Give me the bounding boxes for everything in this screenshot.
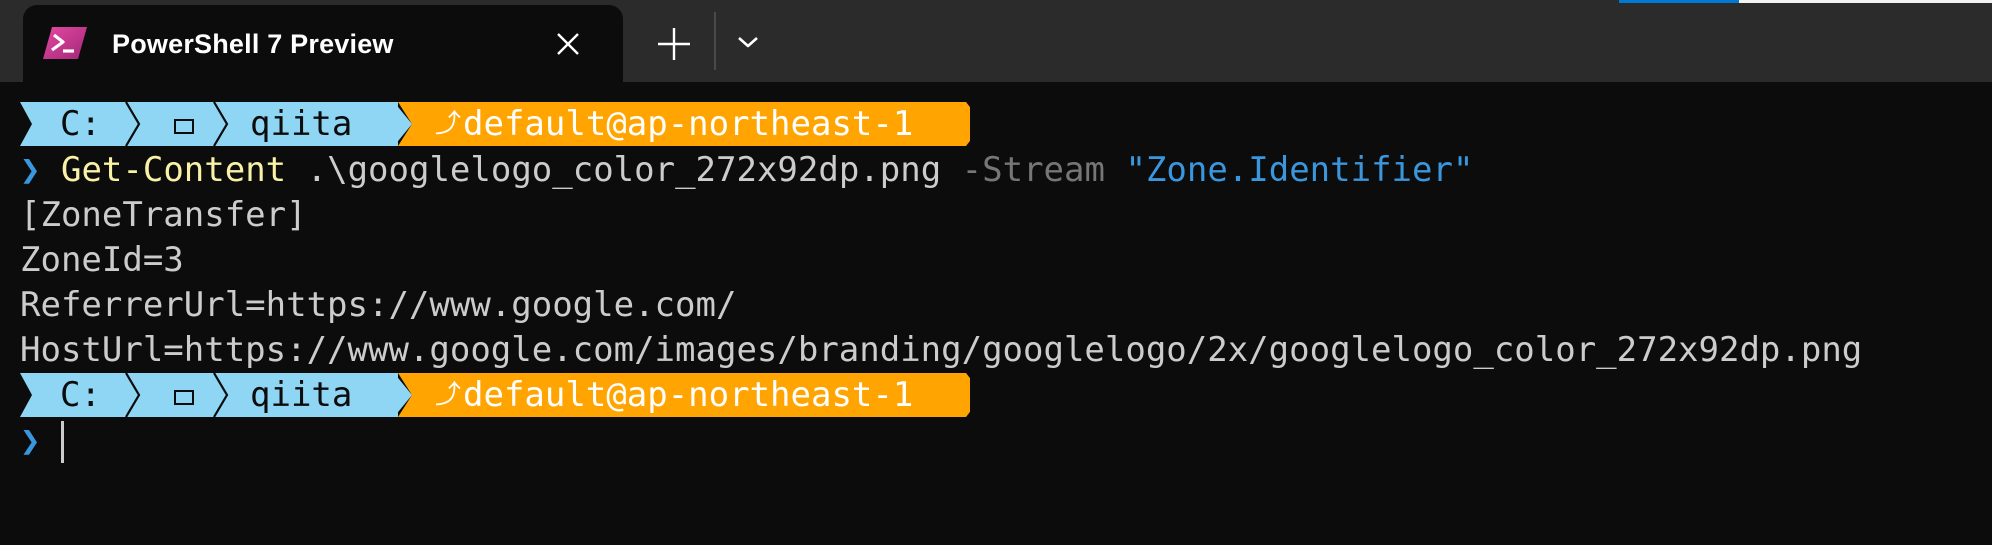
- window-accent-bar-light: [1739, 0, 1992, 3]
- command-arg: .\googlelogo_color_272x92dp.png: [306, 150, 942, 190]
- prompt-aws-profile: default@ap-northeast-1: [463, 104, 914, 144]
- command-name: Get-Content: [60, 150, 287, 190]
- prompt-folder: qiita: [250, 375, 353, 415]
- prompt-drive: C:: [60, 375, 101, 415]
- input-line[interactable]: ❯: [20, 419, 40, 464]
- prompt-folder: qiita: [250, 104, 353, 144]
- output-line: ZoneId=3: [20, 240, 184, 280]
- aws-icon: ⤴: [435, 109, 462, 139]
- close-icon[interactable]: [553, 29, 583, 59]
- new-tab-button[interactable]: [652, 22, 696, 66]
- prompt-aws-profile: default@ap-northeast-1: [463, 375, 914, 415]
- powershell-icon: [43, 27, 87, 59]
- command-line: ❯ Get-Content .\googlelogo_color_272x92d…: [20, 148, 1473, 193]
- tab-powershell[interactable]: PowerShell 7 Preview: [23, 5, 623, 82]
- command-value: "Zone.Identifier": [1125, 150, 1474, 190]
- tab-title: PowerShell 7 Preview: [112, 29, 394, 59]
- prompt-drive: C:: [60, 104, 101, 144]
- command-param: -Stream: [961, 150, 1105, 190]
- terminal-pane[interactable]: C: qiita ⤴ default@ap-northeast-1 ❯ Get-…: [0, 82, 1992, 545]
- text-cursor: [61, 421, 64, 463]
- title-bar: PowerShell 7 Preview: [0, 0, 1992, 82]
- chevron-down-icon: [738, 37, 758, 48]
- prompt-caret: ❯: [20, 150, 41, 190]
- output-line: HostUrl=https://www.google.com/images/br…: [20, 330, 1863, 370]
- plus-icon: [658, 28, 690, 60]
- aws-icon: ⤴: [435, 380, 462, 410]
- tab-dropdown-button[interactable]: [730, 24, 766, 60]
- tab-divider: [714, 12, 716, 70]
- output-line: [ZoneTransfer]: [20, 195, 307, 235]
- window-accent-bar: [1619, 0, 1739, 3]
- output-line: ReferrerUrl=https://www.google.com/: [20, 285, 737, 325]
- prompt-caret: ❯: [20, 421, 41, 461]
